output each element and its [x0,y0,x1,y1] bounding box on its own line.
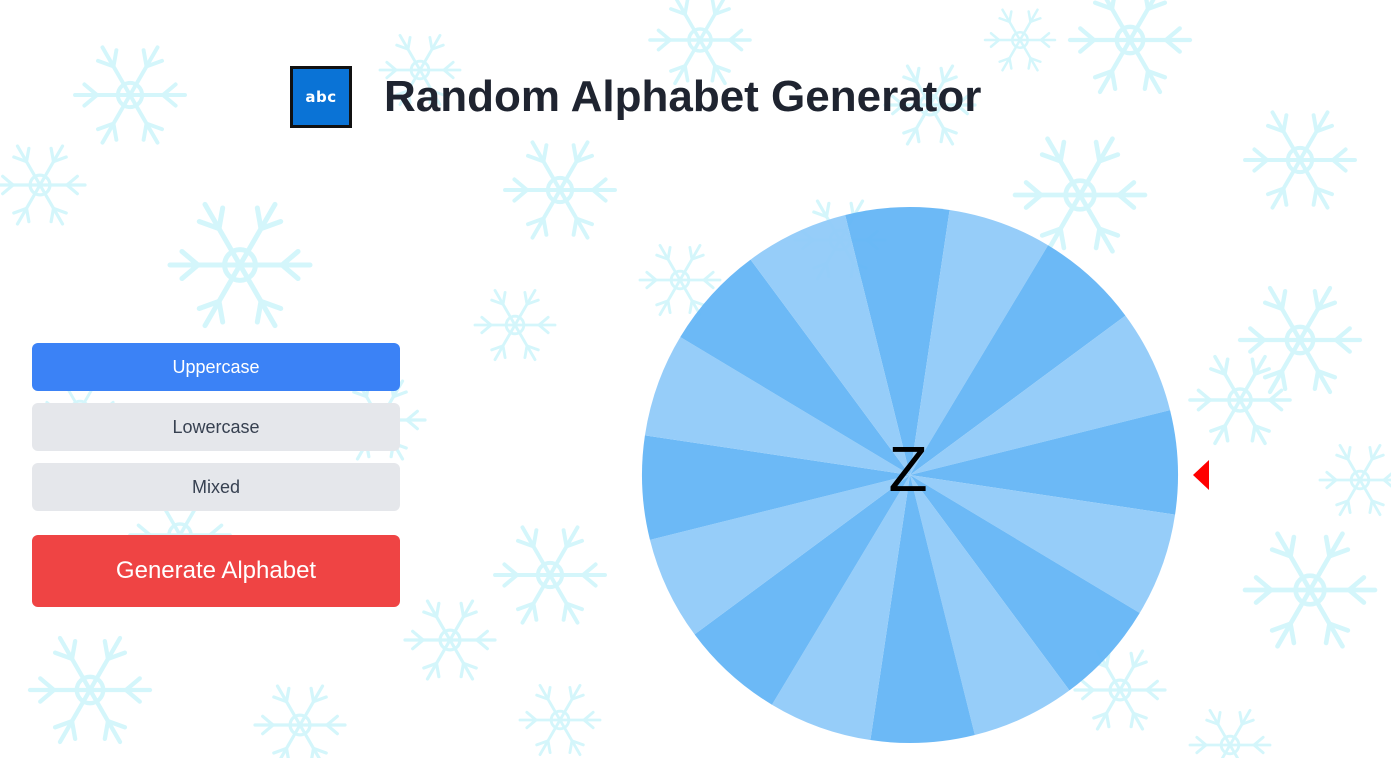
case-options-panel: Uppercase Lowercase Mixed Generate Alpha… [32,343,400,607]
alphabet-wheel[interactable]: Z [640,205,1180,745]
snowflake-icon [1188,708,1272,758]
page-title: Random Alphabet Generator [384,72,982,121]
snowflake-icon [1242,531,1378,649]
snowflake-icon [1188,354,1292,446]
uppercase-button[interactable]: Uppercase [32,343,400,391]
mixed-button[interactable]: Mixed [32,463,400,511]
lowercase-button[interactable]: Lowercase [32,403,400,451]
wheel-current-letter: Z [888,433,927,505]
triangle-left-icon [1193,460,1209,490]
snowflake-icon [73,45,187,145]
snowflake-icon [1067,0,1193,95]
snowflake-icon [1243,110,1357,210]
generate-alphabet-button[interactable]: Generate Alphabet [32,535,400,607]
abc-logo-icon: abc [290,66,352,128]
snowflake-icon [167,201,313,329]
logo-text: abc [305,88,337,106]
snowflake-icon [503,140,617,240]
header: abc Random Alphabet Generator [290,66,981,128]
snowflake-icon [0,144,87,226]
snowflake-icon [983,8,1057,72]
snowflake-icon [473,288,557,362]
snowflake-icon [253,684,347,758]
snowflake-icon [1237,285,1363,395]
snowflake-icon [27,635,153,745]
snowflake-icon [1318,443,1391,517]
snowflake-icon [518,683,602,757]
snowflake-icon [403,599,497,681]
snowflake-icon [493,525,607,625]
